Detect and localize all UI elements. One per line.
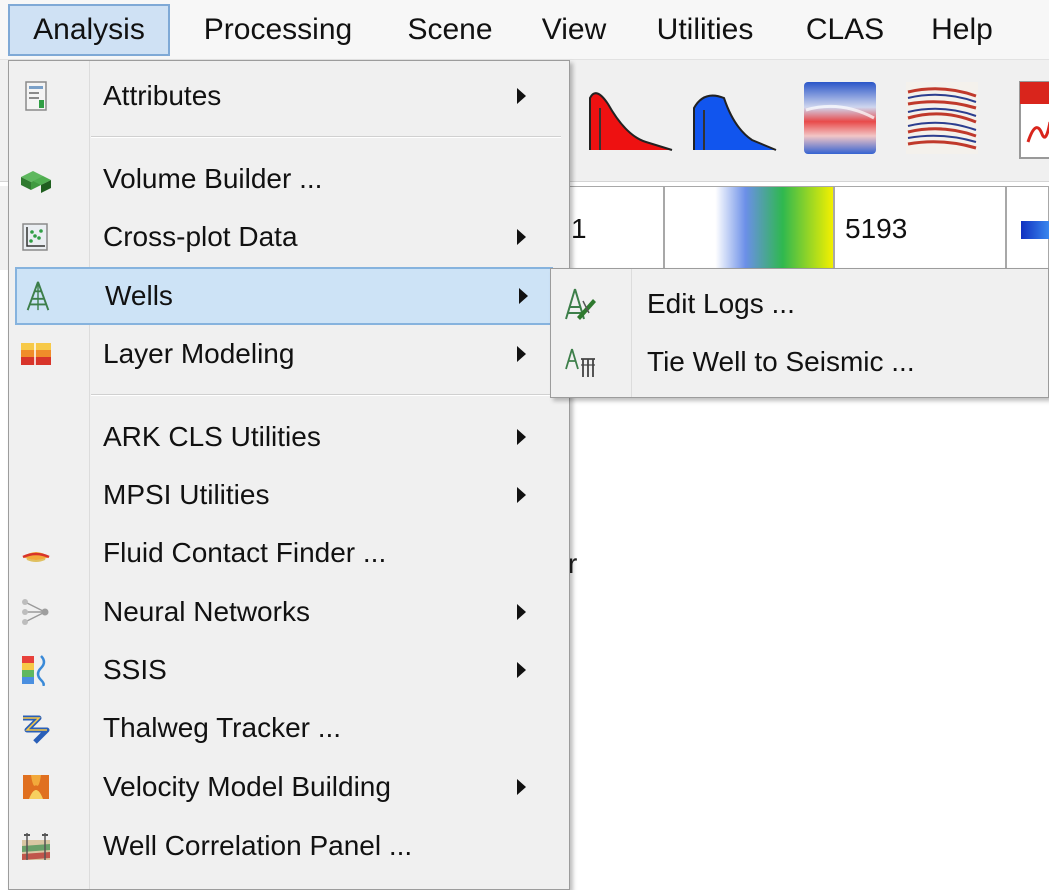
velocity-model-icon: [23, 775, 49, 799]
menu-item-volume-builder[interactable]: Volume Builder ...: [9, 150, 569, 208]
thalweg-tracker-icon: [23, 715, 50, 744]
neural-network-icon: [22, 599, 49, 625]
well-derrick-icon: [26, 281, 50, 311]
menu-item-label: Tie Well to Seismic ...: [647, 346, 915, 377]
menu-item-label: Layer Modeling: [103, 338, 295, 369]
submenu-arrow-icon: [517, 346, 526, 362]
submenu-arrow-icon: [517, 662, 526, 678]
submenu-arrow-icon: [517, 487, 526, 503]
menu-item-label: ARK CLS Utilities: [103, 421, 321, 452]
menu-item-label: Fluid Contact Finder ...: [103, 537, 387, 568]
menu-separator: [91, 136, 561, 138]
colorbar-swatch[interactable]: [664, 186, 834, 270]
menu-item-label: Wells: [105, 280, 173, 311]
wells-submenu: Edit Logs ... Tie Well to Seismic ...: [550, 268, 1049, 398]
max-value-field[interactable]: 5193: [834, 186, 1006, 270]
menu-item-label: Thalweg Tracker ...: [103, 712, 342, 743]
volume-builder-icon: [21, 171, 51, 193]
menu-item-attributes[interactable]: Attributes: [9, 67, 569, 125]
menu-item-label: SSIS: [103, 654, 167, 685]
seismic-colormap-icon[interactable]: [800, 78, 880, 158]
submenu-arrow-icon: [517, 88, 526, 104]
menu-item-wells[interactable]: Wells: [15, 267, 553, 325]
min-value: 1: [571, 213, 587, 244]
submenu-arrow-icon: [519, 288, 528, 304]
menu-item-mpsi-utilities[interactable]: MPSI Utilities: [9, 466, 569, 524]
submenu-arrow-icon: [517, 229, 526, 245]
menu-item-label: Cross-plot Data: [103, 221, 298, 252]
layer-modeling-icon: [21, 343, 51, 365]
menu-bar: Analysis Processing Scene View Utilities…: [0, 0, 1049, 60]
menu-clas[interactable]: CLAS: [790, 4, 900, 56]
tie-well-icon: [565, 348, 595, 377]
menu-item-tie-well-to-seismic[interactable]: Tie Well to Seismic ...: [551, 333, 1048, 391]
menu-scene[interactable]: Scene: [392, 4, 508, 56]
menu-item-fluid-contact-finder[interactable]: Fluid Contact Finder ...: [9, 524, 569, 582]
menu-item-label: Well Correlation Panel ...: [103, 830, 413, 861]
menu-item-label: MPSI Utilities: [103, 479, 270, 510]
menu-item-ark-cls-utilities[interactable]: ARK CLS Utilities: [9, 408, 569, 466]
menu-analysis[interactable]: Analysis: [8, 4, 170, 56]
menu-utilities[interactable]: Utilities: [640, 4, 770, 56]
ssis-icon: [22, 655, 46, 686]
fluid-contact-icon: [22, 552, 50, 562]
menu-help[interactable]: Help: [916, 4, 1008, 56]
menu-item-cross-plot-data[interactable]: Cross-plot Data: [9, 208, 569, 266]
cross-plot-icon: [22, 223, 48, 251]
edit-logs-icon: [565, 288, 596, 320]
max-value: 5193: [845, 213, 908, 244]
well-correlation-icon: [22, 833, 50, 860]
analysis-menu: Attributes Volume Builder ... Cross-plot…: [8, 60, 570, 890]
menu-separator: [91, 394, 561, 396]
menu-item-edit-logs[interactable]: Edit Logs ...: [551, 275, 1048, 333]
menu-item-label: Edit Logs ...: [647, 288, 795, 319]
menu-item-thalweg-tracker[interactable]: Thalweg Tracker ...: [9, 699, 569, 757]
menu-item-label: Velocity Model Building: [103, 771, 391, 802]
submenu-arrow-icon: [517, 429, 526, 445]
red-amplitude-spectrum-icon[interactable]: [586, 78, 676, 158]
pdf-icon[interactable]: [1016, 78, 1049, 162]
seismic-section-icon[interactable]: [902, 78, 982, 158]
blue-amplitude-spectrum-icon[interactable]: [690, 78, 780, 158]
menu-processing[interactable]: Processing: [182, 4, 374, 56]
menu-item-well-correlation-panel[interactable]: Well Correlation Panel ...: [9, 817, 569, 875]
menu-item-neural-networks[interactable]: Neural Networks: [9, 583, 569, 641]
menu-item-velocity-model-building[interactable]: Velocity Model Building: [9, 758, 569, 816]
menu-item-ssis[interactable]: SSIS: [9, 641, 569, 699]
menu-item-label: Neural Networks: [103, 596, 310, 627]
submenu-arrow-icon: [517, 779, 526, 795]
submenu-arrow-icon: [517, 604, 526, 620]
menu-view[interactable]: View: [528, 4, 620, 56]
colormap-button[interactable]: [1006, 186, 1049, 270]
menu-item-label: Attributes: [103, 80, 222, 111]
colormap-swatch-icon: [1021, 221, 1049, 239]
menu-item-layer-modeling[interactable]: Layer Modeling: [9, 325, 569, 383]
attributes-icon: [25, 81, 47, 111]
menu-item-label: Volume Builder ...: [103, 163, 323, 194]
